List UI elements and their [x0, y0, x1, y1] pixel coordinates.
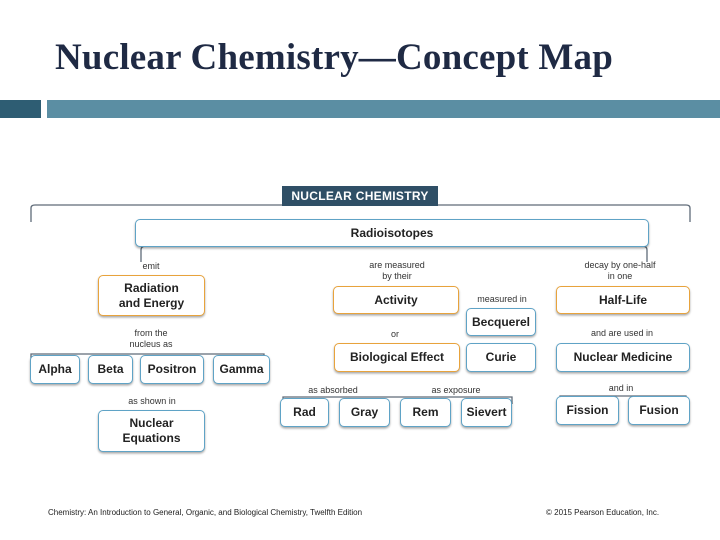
link-as-absorbed: as absorbed [308, 385, 358, 395]
link-and-are-used-in: and are used in [590, 328, 654, 338]
link-are-measured-by-their: are measured by their [369, 260, 425, 281]
link-emit: emit [142, 261, 160, 271]
node-fission: Fission [556, 396, 619, 425]
node-rem: Rem [400, 398, 451, 427]
node-nuclear-equations: Nuclear Equations [98, 410, 205, 452]
link-decay-by-one-half: decay by one-half in one [584, 260, 656, 281]
link-or: or [390, 329, 399, 339]
node-nuclear-medicine: Nuclear Medicine [556, 343, 690, 372]
node-positron: Positron [140, 355, 204, 384]
node-alpha: Alpha [30, 355, 80, 384]
node-sievert: Sievert [461, 398, 512, 427]
diagram-banner: NUCLEAR CHEMISTRY [282, 186, 438, 206]
node-curie: Curie [466, 343, 536, 372]
node-radiation-and-energy: Radiation and Energy [98, 275, 205, 316]
node-fusion: Fusion [628, 396, 690, 425]
link-and-in: and in [608, 383, 634, 393]
node-gray: Gray [339, 398, 390, 427]
node-rad: Rad [280, 398, 329, 427]
footer-citation: Chemistry: An Introduction to General, O… [48, 508, 363, 517]
link-as-shown-in: as shown in [128, 396, 176, 406]
node-biological-effect: Biological Effect [334, 343, 460, 372]
footer-copyright: © 2015 Pearson Education, Inc. [546, 508, 660, 517]
node-gamma: Gamma [213, 355, 270, 384]
link-as-exposure: as exposure [431, 385, 481, 395]
node-becquerel: Becquerel [466, 308, 536, 336]
node-activity: Activity [333, 286, 459, 314]
link-from-the-nucleus-as: from the nucleus as [129, 328, 173, 349]
link-measured-in: measured in [477, 294, 527, 304]
node-half-life: Half-Life [556, 286, 690, 314]
node-beta: Beta [88, 355, 133, 384]
node-radioisotopes: Radioisotopes [135, 219, 649, 247]
concept-map: NUCLEAR CHEMISTRY Radioisotopes emit are… [0, 0, 720, 540]
